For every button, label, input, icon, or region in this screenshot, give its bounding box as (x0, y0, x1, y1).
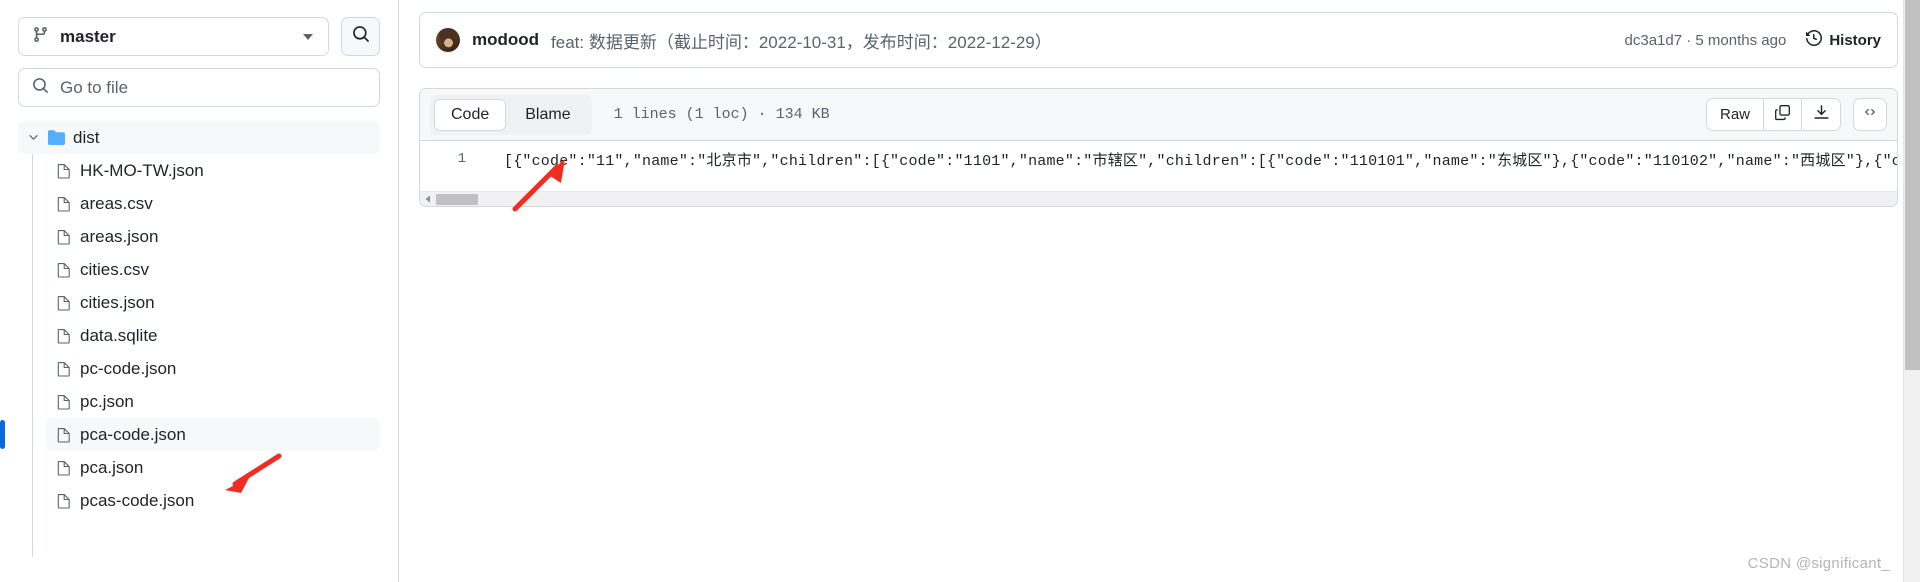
folder-icon (48, 129, 65, 146)
tree-file-pcas-code-json[interactable]: pcas-code.json (46, 484, 380, 517)
search-icon (352, 25, 370, 48)
code-blame-tabs: Code Blame (430, 94, 592, 135)
tree-file-label: data.sqlite (80, 325, 158, 345)
raw-copy-download-group: Raw (1705, 98, 1841, 131)
file-icon (56, 493, 72, 509)
tree-file-label: pc-code.json (80, 358, 177, 378)
tree-file-label: cities.json (80, 292, 155, 312)
page-scrollbar-thumb[interactable] (1905, 0, 1920, 370)
download-icon (1813, 104, 1830, 126)
file-icon (56, 460, 72, 476)
tree-folder-label: dist (73, 127, 100, 147)
file-icon (56, 163, 72, 179)
history-button[interactable]: History (1806, 29, 1881, 50)
tab-code[interactable]: Code (434, 98, 507, 131)
file-icon (56, 295, 72, 311)
tree-file-label: areas.json (80, 226, 159, 246)
file-content-box: Code Blame 1 lines (1 loc) · 134 KB Raw (419, 88, 1898, 207)
tree-file-label: pcas-code.json (80, 490, 195, 510)
raw-button[interactable]: Raw (1706, 99, 1764, 130)
file-icon (56, 196, 72, 212)
latest-commit-bar: modood feat: 数据更新（截止时间：2022-10-31，发布时间：2… (419, 12, 1898, 68)
sidebar-search-button[interactable] (341, 17, 380, 56)
file-icon (56, 361, 72, 377)
tree-file-areas-json[interactable]: areas.json (46, 220, 380, 253)
chevron-down-icon (26, 131, 40, 145)
chevron-down-icon (303, 33, 313, 40)
code-brackets-icon (1862, 104, 1878, 125)
copy-button[interactable] (1764, 99, 1802, 130)
scroll-left-arrow-icon[interactable] (420, 195, 436, 203)
repo-sidebar: master Go to file dist HK-MO-TW.json are… (0, 0, 399, 582)
sidebar-header: master (18, 0, 380, 56)
tree-file-label: cities.csv (80, 259, 149, 279)
tree-file-cities-json[interactable]: cities.json (46, 286, 380, 319)
code-viewer: 1 [{"code":"11","name":"北京市","children":… (420, 141, 1897, 191)
commit-author[interactable]: modood (472, 30, 539, 50)
tree-file-label: areas.csv (80, 193, 153, 213)
go-to-file-field[interactable] (18, 68, 380, 107)
line-content[interactable]: [{"code":"11","name":"北京市","children":[{… (482, 149, 1897, 170)
file-icon (56, 427, 72, 443)
code-horizontal-scrollbar[interactable] (420, 191, 1897, 206)
tree-file-pca-json[interactable]: pca.json (46, 451, 380, 484)
download-button[interactable] (1802, 99, 1840, 130)
tree-file-label: HK-MO-TW.json (80, 160, 204, 180)
code-line-row: 1 [{"code":"11","name":"北京市","children":… (420, 141, 1897, 171)
history-clock-icon (1806, 29, 1823, 50)
tree-file-hk-mo-tw-json[interactable]: HK-MO-TW.json (46, 154, 380, 187)
branch-name-label: master (60, 26, 116, 46)
commit-message[interactable]: feat: 数据更新（截止时间：2022-10-31，发布时间：2022-12-… (551, 28, 1612, 53)
tree-file-label: pca-code.json (80, 424, 186, 444)
tree-file-label: pca.json (80, 457, 144, 477)
tree-file-pc-code-json[interactable]: pc-code.json (46, 352, 380, 385)
file-icon (56, 394, 72, 410)
file-main-panel: modood feat: 数据更新（截止时间：2022-10-31，发布时间：2… (399, 0, 1920, 582)
tree-file-pca-code-json[interactable]: pca-code.json (0, 418, 380, 451)
branch-selector-button[interactable]: master (18, 17, 329, 56)
file-stats-label: 1 lines (1 loc) · 134 KB (613, 106, 830, 123)
search-icon (32, 77, 49, 99)
line-number[interactable]: 1 (420, 151, 482, 167)
go-to-file-input[interactable] (60, 77, 366, 98)
copy-icon (1774, 104, 1791, 126)
tree-file-data-sqlite[interactable]: data.sqlite (46, 319, 380, 352)
watermark: CSDN @significant_ (1747, 555, 1890, 572)
file-action-buttons: Raw (1705, 98, 1887, 131)
commit-meta-group: dc3a1d7 · 5 months ago History (1624, 29, 1881, 50)
avatar[interactable] (436, 28, 460, 52)
tree-file-label: pc.json (80, 391, 134, 411)
file-icon (56, 229, 72, 245)
file-toolbar: Code Blame 1 lines (1 loc) · 134 KB Raw (420, 89, 1897, 141)
tree-children: HK-MO-TW.json areas.csv areas.json citie… (0, 154, 380, 557)
tab-blame[interactable]: Blame (508, 99, 587, 131)
file-tree: dist HK-MO-TW.json areas.csv areas.json … (0, 121, 380, 557)
history-label: History (1829, 31, 1881, 49)
tree-file-pc-json[interactable]: pc.json (46, 385, 380, 418)
tree-file-cities-csv[interactable]: cities.csv (46, 253, 380, 286)
github-file-browser: master Go to file dist HK-MO-TW.json are… (0, 0, 1920, 582)
commit-hash-and-time: dc3a1d7 · 5 months ago (1624, 31, 1787, 49)
symbols-button[interactable] (1853, 98, 1887, 131)
tree-file-areas-csv[interactable]: areas.csv (46, 187, 380, 220)
file-icon (56, 262, 72, 278)
page-scrollbar[interactable] (1903, 0, 1920, 582)
file-icon (56, 328, 72, 344)
tree-folder-dist[interactable]: dist (18, 121, 380, 154)
git-branch-icon (32, 26, 49, 48)
scrollbar-thumb[interactable] (436, 193, 478, 205)
